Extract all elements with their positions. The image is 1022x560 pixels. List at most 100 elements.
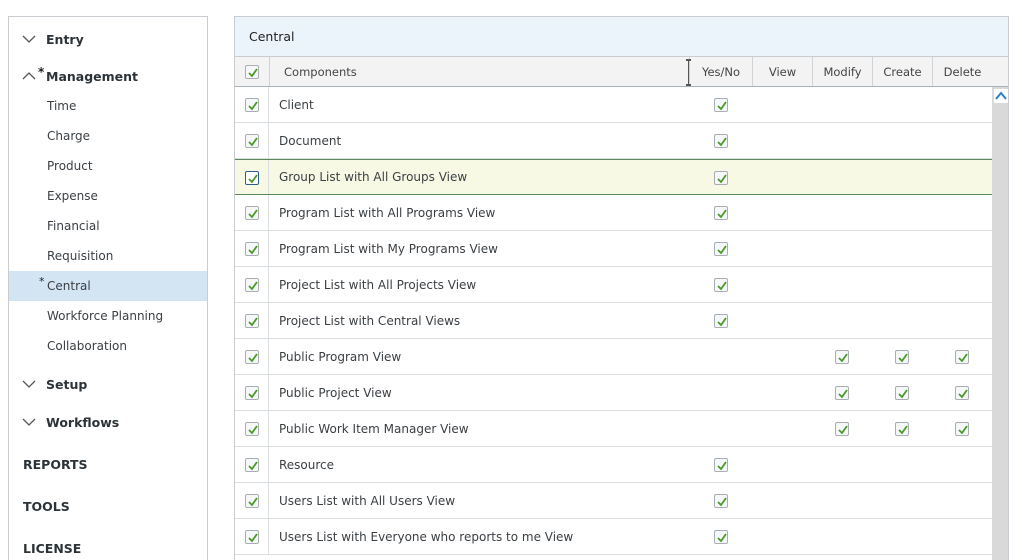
- row-checkbox[interactable]: [245, 278, 259, 292]
- component-name: Public Project View: [279, 385, 392, 400]
- sidebar-item-expense[interactable]: Expense: [9, 181, 207, 211]
- column-resize-handle[interactable]: [686, 59, 691, 86]
- row-checkbox[interactable]: [245, 98, 259, 112]
- sidebar-item-label: Central: [47, 279, 91, 293]
- table-row[interactable]: Client: [235, 87, 992, 123]
- row-checkbox[interactable]: [245, 386, 259, 400]
- row-select-cell: [235, 160, 269, 194]
- component-name: Users List with Everyone who reports to …: [279, 529, 574, 544]
- sidebar-group-management[interactable]: * Management: [9, 61, 207, 91]
- scroll-up-button[interactable]: [994, 89, 1008, 103]
- yes-no-checkbox[interactable]: [714, 171, 728, 185]
- vertical-scrollbar[interactable]: [992, 87, 1008, 560]
- sidebar-item-time[interactable]: Time: [9, 91, 207, 121]
- scrollbar-thumb[interactable]: [992, 87, 1008, 560]
- table-row[interactable]: Group List with All Groups View: [235, 159, 992, 195]
- table-row[interactable]: Users List with All Users View: [235, 483, 992, 519]
- sidebar-item-central[interactable]: * Central: [9, 271, 207, 301]
- sidebar-item-charge[interactable]: Charge: [9, 121, 207, 151]
- row-checkbox[interactable]: [245, 171, 259, 185]
- row-checkbox[interactable]: [245, 422, 259, 436]
- checkmark-icon: [838, 425, 848, 435]
- checkmark-icon: [248, 137, 258, 147]
- sidebar-item-requisition[interactable]: Requisition: [9, 241, 207, 271]
- checkmark-icon: [717, 174, 727, 184]
- modify-checkbox[interactable]: [835, 386, 849, 400]
- delete-checkbox[interactable]: [955, 350, 969, 364]
- delete-checkbox[interactable]: [955, 422, 969, 436]
- table-row[interactable]: Resource: [235, 447, 992, 483]
- row-checkbox[interactable]: [245, 314, 259, 328]
- yes-no-checkbox[interactable]: [714, 530, 728, 544]
- panel-title: Central: [249, 29, 295, 44]
- sidebar-group-workflows[interactable]: Workflows: [9, 407, 207, 437]
- yes-no-checkbox[interactable]: [714, 494, 728, 508]
- yes-no-checkbox[interactable]: [714, 278, 728, 292]
- table-row[interactable]: Public Work Item Manager View: [235, 411, 992, 447]
- row-checkbox[interactable]: [245, 494, 259, 508]
- create-checkbox[interactable]: [895, 422, 909, 436]
- sidebar-link-tools[interactable]: TOOLS: [23, 499, 70, 514]
- checkmark-icon: [838, 353, 848, 363]
- create-checkbox[interactable]: [895, 350, 909, 364]
- checkmark-icon: [248, 533, 258, 543]
- select-all-checkbox[interactable]: [245, 64, 259, 79]
- row-checkbox[interactable]: [245, 458, 259, 472]
- checkmark-icon: [248, 389, 258, 399]
- row-checkbox[interactable]: [245, 350, 259, 364]
- sidebar-item-product[interactable]: Product: [9, 151, 207, 181]
- sidebar-item-label: Requisition: [47, 249, 114, 263]
- table-row[interactable]: Public Project View: [235, 375, 992, 411]
- table-row[interactable]: Users List with Everyone who reports to …: [235, 519, 992, 555]
- sidebar-item-workforce-planning[interactable]: Workforce Planning: [9, 301, 207, 331]
- table-row[interactable]: Program List with My Programs View: [235, 231, 992, 267]
- sidebar-link-reports[interactable]: REPORTS: [23, 457, 88, 472]
- checkmark-icon: [248, 425, 258, 435]
- column-header-create[interactable]: Create: [872, 57, 932, 86]
- yes-no-checkbox[interactable]: [714, 134, 728, 148]
- table-row[interactable]: Project List with Central Views: [235, 303, 992, 339]
- checkmark-icon: [717, 317, 727, 327]
- column-header-yes-no[interactable]: Yes/No: [689, 57, 752, 86]
- create-checkbox[interactable]: [895, 386, 909, 400]
- yes-no-checkbox[interactable]: [714, 242, 728, 256]
- row-select-cell: [235, 123, 269, 158]
- checkmark-icon: [838, 389, 848, 399]
- yes-no-checkbox[interactable]: [714, 206, 728, 220]
- component-name: Public Program View: [279, 349, 402, 364]
- table-row[interactable]: Project List with All Projects View: [235, 267, 992, 303]
- sidebar-group-setup[interactable]: Setup: [9, 369, 207, 399]
- sidebar-item-label: Expense: [47, 189, 98, 203]
- delete-checkbox[interactable]: [955, 386, 969, 400]
- checkmark-icon: [717, 497, 727, 507]
- sidebar-item-financial[interactable]: Financial: [9, 211, 207, 241]
- row-select-cell: [235, 375, 269, 410]
- row-checkbox[interactable]: [245, 134, 259, 148]
- checkmark-icon: [717, 281, 727, 291]
- column-header-view[interactable]: View: [752, 57, 812, 86]
- checkmark-icon: [958, 389, 968, 399]
- checkmark-icon: [898, 425, 908, 435]
- sidebar-group-entry[interactable]: Entry: [9, 24, 207, 54]
- table-row[interactable]: Document: [235, 123, 992, 159]
- component-name: Program List with All Programs View: [279, 205, 496, 220]
- row-select-cell: [235, 303, 269, 338]
- yes-no-checkbox[interactable]: [714, 98, 728, 112]
- row-checkbox[interactable]: [245, 530, 259, 544]
- sidebar-link-license[interactable]: LICENSE: [23, 541, 81, 556]
- row-checkbox[interactable]: [245, 206, 259, 220]
- modify-checkbox[interactable]: [835, 422, 849, 436]
- checkmark-icon: [717, 245, 727, 255]
- sidebar-item-collaboration[interactable]: Collaboration: [9, 331, 207, 361]
- table-row[interactable]: Public Program View: [235, 339, 992, 375]
- yes-no-checkbox[interactable]: [714, 458, 728, 472]
- chevron-down-icon: [22, 380, 36, 388]
- column-header-components[interactable]: Components: [269, 57, 689, 86]
- column-header-delete[interactable]: Delete: [932, 57, 992, 86]
- column-header-modify[interactable]: Modify: [812, 57, 872, 86]
- row-checkbox[interactable]: [245, 242, 259, 256]
- modified-marker: *: [38, 65, 45, 79]
- yes-no-checkbox[interactable]: [714, 314, 728, 328]
- modify-checkbox[interactable]: [835, 350, 849, 364]
- table-row[interactable]: Program List with All Programs View: [235, 195, 992, 231]
